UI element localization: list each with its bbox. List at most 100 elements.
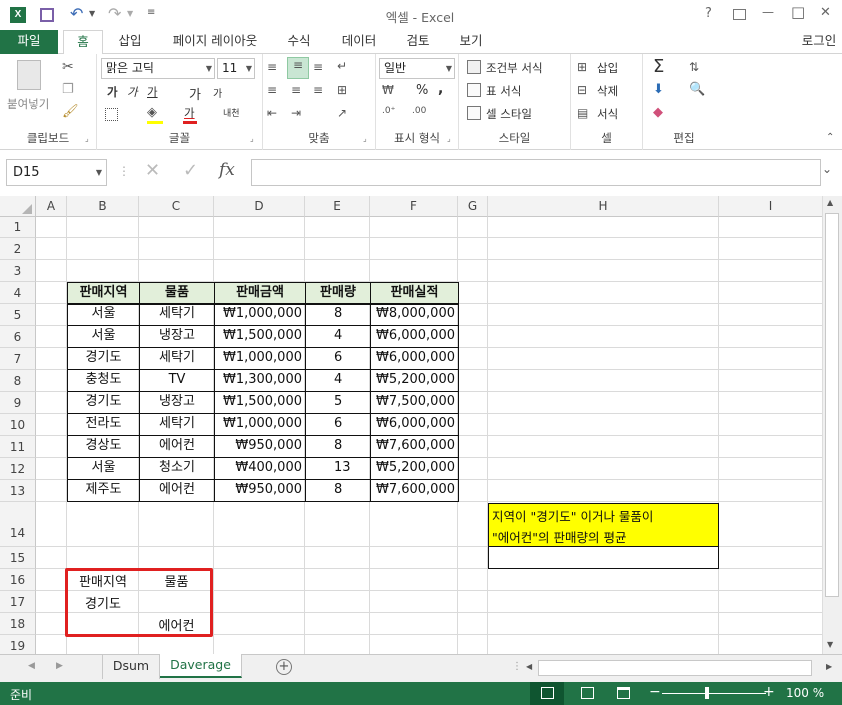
undo-icon[interactable]: ↶ bbox=[70, 4, 83, 23]
shrink-font-button[interactable]: 가 bbox=[213, 85, 222, 100]
scroll-thumb[interactable] bbox=[825, 213, 839, 597]
table-cell[interactable]: 8 bbox=[305, 435, 371, 458]
table-cell[interactable]: 13 bbox=[305, 457, 371, 480]
insert-function-button[interactable]: fx bbox=[219, 160, 235, 180]
align-center-icon[interactable]: ≡ bbox=[291, 83, 301, 97]
bold-button[interactable]: 가 bbox=[107, 84, 118, 100]
table-cell[interactable]: 6 bbox=[305, 413, 371, 436]
table-cell[interactable]: 서울 bbox=[67, 325, 140, 348]
column-header[interactable]: B bbox=[67, 196, 139, 217]
table-header-cell[interactable]: 판매실적 bbox=[370, 282, 459, 305]
column-header[interactable]: E bbox=[305, 196, 370, 217]
tab-formulas[interactable]: 수식 bbox=[279, 30, 319, 54]
table-cell[interactable]: 8 bbox=[305, 479, 371, 502]
align-middle-icon[interactable]: ≡ bbox=[287, 57, 309, 79]
font-launcher-icon[interactable]: ⌟ bbox=[250, 134, 254, 143]
table-cell[interactable]: 5 bbox=[305, 391, 371, 414]
redo-dropdown-icon[interactable]: ▼ bbox=[127, 9, 133, 18]
table-cell[interactable]: ₩6,000,000 bbox=[370, 325, 459, 348]
page-break-view-icon[interactable] bbox=[617, 687, 630, 699]
table-cell[interactable]: ₩950,000 bbox=[214, 479, 306, 502]
zoom-out-icon[interactable]: − bbox=[649, 684, 661, 700]
italic-button[interactable]: 가 bbox=[127, 84, 138, 100]
row-header[interactable]: 3 bbox=[0, 260, 36, 282]
undo-dropdown-icon[interactable]: ▼ bbox=[89, 9, 95, 18]
fill-icon[interactable]: ⬇ bbox=[653, 82, 664, 97]
number-launcher-icon[interactable]: ⌟ bbox=[447, 134, 451, 143]
row-header[interactable]: 19 bbox=[0, 635, 36, 654]
table-cell[interactable]: 서울 bbox=[67, 457, 140, 480]
tab-file[interactable]: 파일 bbox=[0, 30, 58, 54]
table-cell[interactable]: ₩7,600,000 bbox=[370, 435, 459, 458]
phonetic-button[interactable]: 내천 bbox=[223, 106, 240, 119]
tab-insert[interactable]: 삽입 bbox=[108, 30, 152, 54]
table-cell[interactable]: ₩5,200,000 bbox=[370, 457, 459, 480]
row-header[interactable]: 5 bbox=[0, 304, 36, 326]
row-header[interactable]: 10 bbox=[0, 414, 36, 436]
align-bottom-icon[interactable]: ≡ bbox=[313, 60, 323, 74]
zoom-level[interactable]: 100 % bbox=[786, 686, 824, 700]
row-header[interactable]: 17 bbox=[0, 591, 36, 613]
table-header-cell[interactable]: 판매금액 bbox=[214, 282, 306, 305]
answer-cell[interactable] bbox=[488, 547, 719, 569]
insert-cells-button[interactable]: 삽입 bbox=[597, 60, 618, 76]
hscroll-right-icon[interactable]: ▶ bbox=[826, 662, 832, 671]
clipboard-launcher-icon[interactable]: ⌟ bbox=[85, 134, 89, 143]
autosum-icon[interactable]: Σ bbox=[653, 56, 664, 77]
column-header[interactable]: C bbox=[139, 196, 214, 217]
cell-styles-button[interactable]: 셀 스타일 bbox=[486, 106, 532, 122]
table-cell[interactable]: 8 bbox=[305, 303, 371, 326]
delete-cells-button[interactable]: 삭제 bbox=[597, 83, 618, 99]
table-cell[interactable]: 세탁기 bbox=[139, 303, 215, 326]
table-cell[interactable]: TV bbox=[139, 369, 215, 392]
ribbon-display-icon[interactable] bbox=[733, 9, 746, 20]
table-cell[interactable]: 청소기 bbox=[139, 457, 215, 480]
table-cell[interactable]: ₩5,200,000 bbox=[370, 369, 459, 392]
table-cell[interactable]: 전라도 bbox=[67, 413, 140, 436]
table-cell[interactable]: ₩1,500,000 bbox=[214, 325, 306, 348]
alignment-launcher-icon[interactable]: ⌟ bbox=[363, 134, 367, 143]
table-cell[interactable]: 6 bbox=[305, 347, 371, 370]
cancel-entry-button[interactable]: ✕ bbox=[145, 160, 160, 181]
table-cell[interactable]: 냉장고 bbox=[139, 325, 215, 348]
table-header-cell[interactable]: 물품 bbox=[139, 282, 215, 305]
fill-color-icon[interactable]: ◈ bbox=[147, 105, 157, 120]
table-cell[interactable]: 4 bbox=[305, 325, 371, 348]
row-header[interactable]: 15 bbox=[0, 547, 36, 569]
scroll-up-icon[interactable]: ▲ bbox=[827, 198, 833, 207]
row-header[interactable]: 7 bbox=[0, 348, 36, 370]
horizontal-scrollbar[interactable] bbox=[538, 660, 812, 676]
scroll-down-icon[interactable]: ▼ bbox=[827, 640, 833, 649]
table-cell[interactable]: ₩6,000,000 bbox=[370, 347, 459, 370]
row-header[interactable]: 13 bbox=[0, 480, 36, 502]
align-top-icon[interactable]: ≡ bbox=[267, 60, 277, 74]
increase-decimal-icon[interactable]: .0⁺ bbox=[382, 106, 395, 116]
sort-filter-icon[interactable]: ⇅ bbox=[689, 60, 699, 74]
hscroll-left-icon[interactable]: ◀ bbox=[526, 662, 532, 671]
row-header[interactable]: 8 bbox=[0, 370, 36, 392]
comma-button[interactable]: , bbox=[438, 81, 443, 97]
tab-home[interactable]: 홈 bbox=[63, 30, 103, 55]
table-cell[interactable]: ₩950,000 bbox=[214, 435, 306, 458]
add-sheet-icon[interactable]: + bbox=[276, 659, 292, 675]
row-header[interactable]: 18 bbox=[0, 613, 36, 635]
expand-formula-bar-icon[interactable]: ⌄ bbox=[822, 162, 832, 176]
number-format-select[interactable]: 일반 ▼ bbox=[379, 58, 455, 79]
column-header[interactable]: H bbox=[488, 196, 719, 217]
table-cell[interactable]: ₩7,600,000 bbox=[370, 479, 459, 502]
maximize-button[interactable]: □ bbox=[791, 3, 805, 21]
border-icon[interactable] bbox=[105, 108, 118, 121]
signin-link[interactable]: 로그인 bbox=[796, 30, 842, 54]
table-cell[interactable]: ₩1,500,000 bbox=[214, 391, 306, 414]
row-header[interactable]: 4 bbox=[0, 282, 36, 304]
name-box[interactable]: D15 ▼ bbox=[6, 159, 107, 186]
find-select-icon[interactable]: 🔍 bbox=[689, 82, 705, 97]
column-header[interactable]: A bbox=[36, 196, 67, 217]
table-cell[interactable]: 경기도 bbox=[67, 391, 140, 414]
column-header[interactable]: G bbox=[458, 196, 488, 217]
table-cell[interactable]: 냉장고 bbox=[139, 391, 215, 414]
table-header-cell[interactable]: 판매지역 bbox=[67, 282, 140, 305]
table-cell[interactable]: ₩1,000,000 bbox=[214, 413, 306, 436]
table-cell[interactable]: 4 bbox=[305, 369, 371, 392]
table-header-cell[interactable]: 판매량 bbox=[305, 282, 371, 305]
